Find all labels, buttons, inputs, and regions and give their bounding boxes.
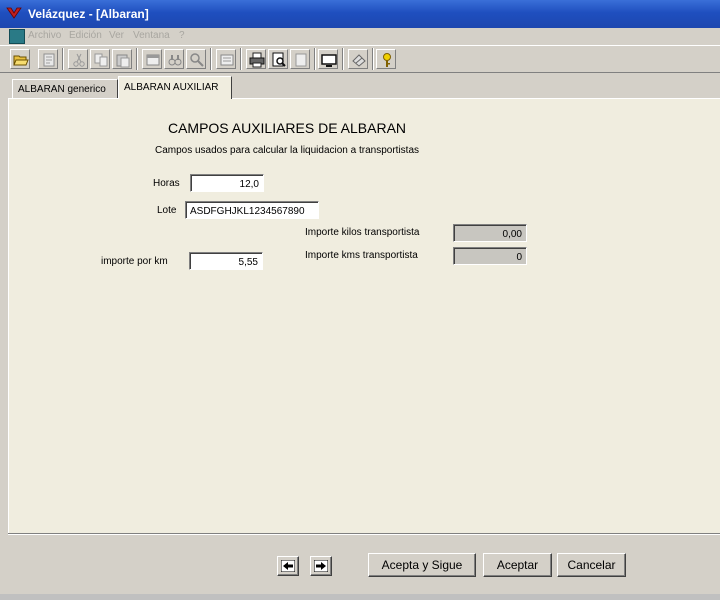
menu-help[interactable]: ?	[179, 30, 185, 41]
toolbar-separator	[240, 48, 242, 70]
importe-kilos-label: Importe kilos transportista	[305, 227, 420, 238]
monitor-icon[interactable]	[318, 49, 338, 69]
page-subtitle: Campos usados para calcular la liquidaci…	[154, 145, 420, 156]
form-panel	[8, 98, 720, 533]
lote-label: Lote	[157, 205, 177, 216]
toolbar-separator	[210, 48, 212, 70]
status-bar	[0, 594, 720, 600]
cut-icon[interactable]	[68, 49, 88, 69]
importe-kilos-field	[453, 224, 527, 242]
toolbar-separator	[372, 48, 374, 70]
toolbar-separator	[62, 48, 64, 70]
menu-edicion[interactable]: Edición	[69, 30, 102, 41]
importe-km-field[interactable]	[189, 252, 263, 270]
importe-kms-field	[453, 247, 527, 265]
menu-archivo[interactable]: Archivo	[28, 30, 61, 41]
key-icon[interactable]	[376, 49, 396, 69]
toolbar-separator	[136, 48, 138, 70]
eraser-icon[interactable]	[348, 49, 368, 69]
menu-ventana[interactable]: Ventana	[133, 30, 170, 41]
horas-label: Horas	[153, 178, 180, 189]
tab-albaran-auxiliar[interactable]: ALBARAN AUXILIAR	[118, 76, 232, 99]
bottom-divider	[8, 533, 720, 535]
importe-km-label: importe por km	[101, 256, 168, 267]
print-icon[interactable]	[246, 49, 266, 69]
arrow-left-icon	[281, 560, 295, 572]
document-icon[interactable]	[9, 29, 25, 44]
aceptar-button[interactable]: Aceptar	[483, 553, 552, 577]
properties-icon[interactable]	[38, 49, 58, 69]
binoculars-icon[interactable]	[164, 49, 184, 69]
print-preview-icon[interactable]	[268, 49, 288, 69]
menu-ver[interactable]: Ver	[109, 30, 124, 41]
notes-icon[interactable]	[216, 49, 236, 69]
app-logo-icon	[6, 7, 22, 19]
window-icon[interactable]	[142, 49, 162, 69]
toolbar-separator	[314, 48, 316, 70]
lote-field[interactable]	[185, 201, 319, 219]
window-title: Velázquez - [Albaran]	[28, 7, 149, 21]
toolbar	[0, 45, 720, 73]
arrow-right-icon	[314, 560, 328, 572]
menu-bar: Archivo Edición Ver Ventana ?	[0, 28, 720, 45]
previous-record-button[interactable]	[277, 556, 299, 576]
cancelar-button[interactable]: Cancelar	[557, 553, 626, 577]
importe-kms-label: Importe kms transportista	[305, 250, 418, 261]
horas-field[interactable]	[190, 174, 264, 192]
copy-icon[interactable]	[90, 49, 110, 69]
magnify-icon[interactable]	[186, 49, 206, 69]
toolbar-separator	[342, 48, 344, 70]
open-folder-icon[interactable]	[10, 49, 30, 69]
next-record-button[interactable]	[310, 556, 332, 576]
title-bar: Velázquez - [Albaran]	[0, 0, 720, 28]
acepta-y-sigue-button[interactable]: Acepta y Sigue	[368, 553, 476, 577]
page-title: CAMPOS AUXILIARES DE ALBARAN	[167, 120, 407, 136]
paste-icon[interactable]	[112, 49, 132, 69]
page-icon[interactable]	[290, 49, 310, 69]
tab-albaran-generico[interactable]: ALBARAN generico	[12, 79, 118, 99]
